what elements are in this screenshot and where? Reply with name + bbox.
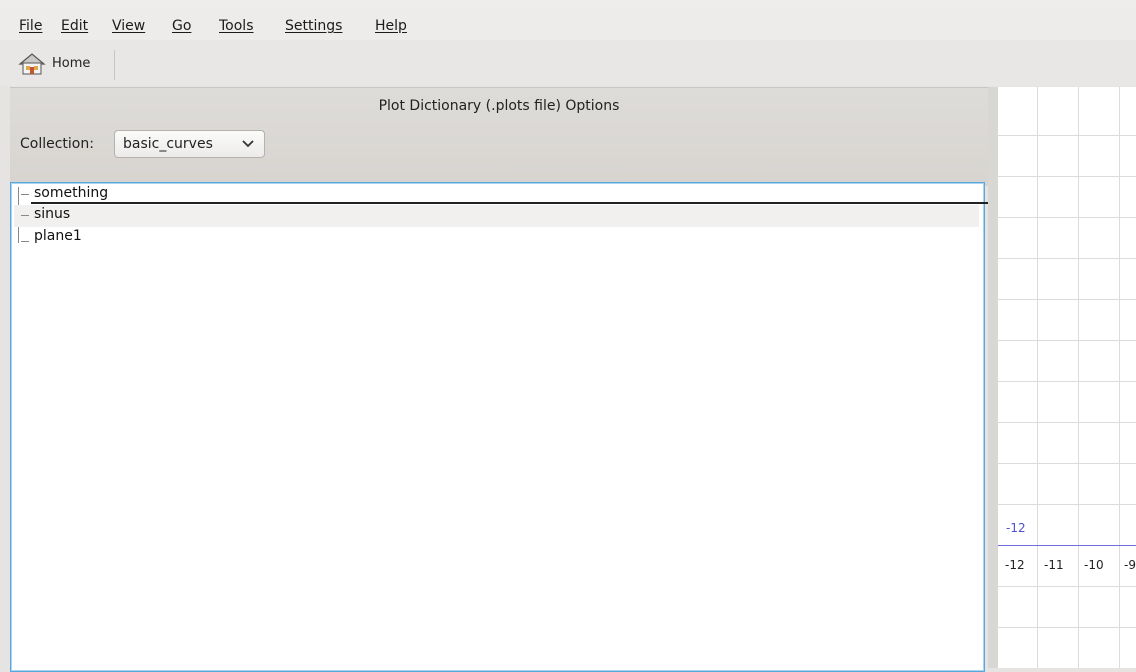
x-axis-tick-label: -11 xyxy=(1044,558,1064,572)
menu-tools[interactable]: Tools xyxy=(219,18,254,34)
tree-item-label: plane1 xyxy=(34,228,82,244)
chevron-down-icon xyxy=(242,140,254,148)
x-axis-tick-label: -10 xyxy=(1084,558,1104,572)
tree-branch-tick xyxy=(21,194,29,195)
collection-select-value: basic_curves xyxy=(123,136,213,152)
collection-select[interactable]: basic_curves xyxy=(114,130,265,158)
grid-line xyxy=(998,217,1136,218)
x-axis-tick-label: -12 xyxy=(1005,558,1025,572)
panel-title: Plot Dictionary (.plots file) Options xyxy=(378,98,620,114)
x-axis-tick-label: -9 xyxy=(1124,558,1136,572)
tree-item-label: sinus xyxy=(34,206,71,222)
splitter-handle[interactable] xyxy=(988,87,998,668)
grid-line xyxy=(998,422,1136,423)
window-top-strip xyxy=(0,0,1136,8)
grid-line xyxy=(998,258,1136,259)
drop-indicator xyxy=(31,202,993,204)
tree-item-hovered[interactable]: sinus xyxy=(14,205,979,227)
grid-line xyxy=(1078,87,1079,668)
collection-label: Collection: xyxy=(20,136,94,152)
tree-item-label: something xyxy=(34,185,109,201)
grid-line xyxy=(998,586,1136,587)
grid-line xyxy=(998,381,1136,382)
plot-options-panel: Plot Dictionary (.plots file) Options Co… xyxy=(10,87,988,186)
grid-line xyxy=(998,627,1136,628)
grid-line xyxy=(998,504,1136,505)
grid-line xyxy=(998,463,1136,464)
menu-file[interactable]: File xyxy=(19,18,42,34)
home-icon xyxy=(18,53,46,75)
menu-go[interactable]: Go xyxy=(172,18,191,34)
grid-line xyxy=(1119,87,1120,668)
menu-edit[interactable]: Edit xyxy=(61,18,88,34)
x-axis-line xyxy=(998,545,1136,546)
plot-canvas[interactable]: -12 -12 -11 -10 -9 xyxy=(998,87,1136,668)
grid-line xyxy=(998,135,1136,136)
grid-line xyxy=(998,299,1136,300)
plot-tree-list[interactable]: something sinus plane1 xyxy=(10,182,993,672)
home-label: Home xyxy=(52,56,91,71)
menu-bar: File Edit View Go Tools Settings Help xyxy=(0,8,1136,40)
menu-settings[interactable]: Settings xyxy=(285,18,342,34)
grid-line xyxy=(998,176,1136,177)
tree-branch-tick xyxy=(21,241,29,242)
menu-help[interactable]: Help xyxy=(375,18,407,34)
home-button[interactable]: Home xyxy=(14,50,110,78)
toolbar: Home xyxy=(0,40,1136,86)
menu-view[interactable]: View xyxy=(112,18,145,34)
tree-branch-tick xyxy=(21,215,29,216)
grid-line xyxy=(998,340,1136,341)
toolbar-separator xyxy=(114,50,115,80)
grid-line xyxy=(1037,87,1038,668)
tree-item[interactable]: plane1 xyxy=(14,227,979,249)
y-axis-tick-label: -12 xyxy=(1006,521,1026,535)
